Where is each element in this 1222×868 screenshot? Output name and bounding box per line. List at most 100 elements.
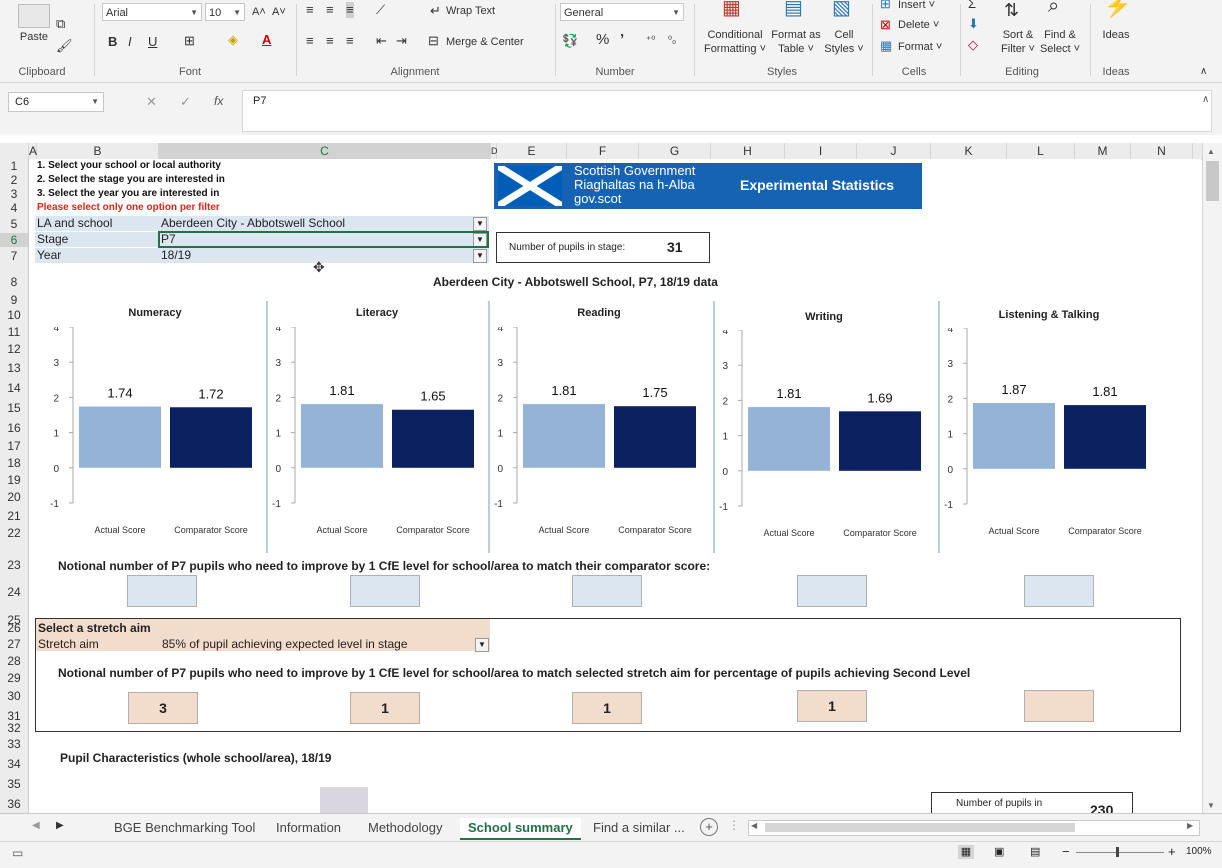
- insert-icon[interactable]: ⊞: [880, 0, 891, 12]
- notional-comparator-value[interactable]: [350, 575, 420, 607]
- row-header[interactable]: 35: [0, 777, 28, 791]
- find-select-icon[interactable]: ⌕: [1048, 0, 1059, 16]
- select-all-corner[interactable]: [0, 143, 29, 159]
- row-header[interactable]: 21: [0, 509, 28, 523]
- insert-button[interactable]: Insert ˅: [898, 0, 935, 12]
- font-color-icon[interactable]: A: [262, 32, 271, 48]
- cell-styles-icon[interactable]: ▧: [832, 0, 851, 18]
- selector-la-school[interactable]: LA and school Aberdeen City - Abbotswell…: [35, 216, 489, 231]
- paste-button[interactable]: Paste: [14, 30, 54, 44]
- row-header[interactable]: 36: [0, 797, 28, 811]
- ideas-icon[interactable]: ⚡: [1104, 0, 1131, 17]
- conditional-formatting-button[interactable]: Conditional Formatting ˅: [700, 28, 770, 56]
- stretch-aim-result[interactable]: 3: [128, 692, 198, 724]
- format-icon[interactable]: ▦: [880, 38, 892, 54]
- column-header-h[interactable]: H: [711, 143, 785, 159]
- delete-icon[interactable]: ⊠: [880, 17, 891, 33]
- stretch-aim-value[interactable]: 85% of pupil achieving expected level in…: [162, 637, 408, 651]
- delete-button[interactable]: Delete ˅: [898, 18, 939, 32]
- notional-comparator-value[interactable]: [572, 575, 642, 607]
- row-header[interactable]: 17: [0, 439, 28, 453]
- row-header[interactable]: 2: [0, 173, 28, 187]
- page-break-view-icon[interactable]: ▤: [1030, 845, 1040, 858]
- decrease-indent-icon[interactable]: ⇤: [376, 33, 387, 49]
- row-header[interactable]: 5: [0, 217, 28, 231]
- conditional-formatting-icon[interactable]: ▦: [722, 0, 741, 18]
- column-header-e[interactable]: E: [497, 143, 567, 159]
- tab-find-similar[interactable]: Find a similar ...: [585, 818, 693, 838]
- align-left-icon[interactable]: ≡: [306, 33, 314, 49]
- notional-comparator-value[interactable]: [797, 575, 867, 607]
- row-header[interactable]: 22: [0, 526, 28, 540]
- fill-icon[interactable]: ⬇: [968, 16, 979, 32]
- worksheet[interactable]: 1. Select your school or local authority…: [29, 159, 1201, 813]
- row-header[interactable]: 1: [0, 159, 28, 173]
- zoom-out-icon[interactable]: −: [1062, 844, 1070, 859]
- row-header[interactable]: 13: [0, 361, 28, 375]
- row-header[interactable]: 23: [0, 558, 28, 572]
- name-box[interactable]: C6 ▼: [8, 92, 104, 112]
- comma-button[interactable]: ’: [620, 32, 624, 48]
- row-header[interactable]: 30: [0, 689, 28, 703]
- insert-function-button[interactable]: fx: [214, 94, 223, 108]
- align-top-icon[interactable]: ≡: [306, 2, 314, 18]
- add-sheet-icon[interactable]: +: [700, 818, 718, 836]
- zoom-slider[interactable]: [1076, 852, 1164, 853]
- selector-year[interactable]: Year 18/19 ▼: [35, 248, 489, 263]
- scroll-up-icon[interactable]: ▲: [1207, 147, 1215, 156]
- column-header-i[interactable]: I: [785, 143, 857, 159]
- paste-icon[interactable]: [18, 4, 50, 28]
- currency-icon[interactable]: 💱: [562, 33, 578, 49]
- column-header-k[interactable]: K: [931, 143, 1007, 159]
- row-header[interactable]: 18: [0, 456, 28, 470]
- row-header[interactable]: 6: [0, 233, 28, 247]
- tab-scroll-left-icon[interactable]: ◀: [32, 820, 40, 831]
- row-header[interactable]: 4: [0, 201, 28, 215]
- row-header[interactable]: 26: [0, 621, 28, 635]
- row-header[interactable]: 8: [0, 275, 28, 289]
- copy-icon[interactable]: ⧉: [56, 16, 65, 32]
- tab-scroll-right-icon[interactable]: ▶: [56, 820, 64, 831]
- percent-button[interactable]: %: [596, 32, 609, 48]
- scroll-right-icon[interactable]: ▶: [1187, 821, 1193, 830]
- row-header[interactable]: 12: [0, 342, 28, 356]
- number-format-combo[interactable]: General ▼: [560, 3, 684, 21]
- vertical-scroll-thumb[interactable]: [1206, 161, 1219, 201]
- fill-color-icon[interactable]: ◈: [228, 32, 238, 48]
- column-header-c[interactable]: C: [159, 143, 491, 159]
- column-header-j[interactable]: J: [857, 143, 931, 159]
- scroll-left-icon[interactable]: ◀: [751, 821, 757, 830]
- zoom-slider-handle[interactable]: [1116, 847, 1119, 857]
- row-header[interactable]: 3: [0, 187, 28, 201]
- column-header-f[interactable]: F: [567, 143, 639, 159]
- column-header-n[interactable]: N: [1131, 143, 1193, 159]
- tab-split-handle-icon[interactable]: ⋮: [728, 818, 740, 832]
- cancel-formula-button[interactable]: ✕: [146, 94, 157, 110]
- page-layout-view-icon[interactable]: ▣: [994, 845, 1004, 858]
- align-center-icon[interactable]: ≡: [326, 33, 334, 49]
- row-header[interactable]: 27: [0, 637, 28, 651]
- bold-button[interactable]: B: [108, 34, 117, 50]
- italic-button[interactable]: I: [128, 34, 132, 50]
- merge-center-icon[interactable]: ⊟: [428, 33, 439, 49]
- collapse-ribbon-icon[interactable]: ∧: [1200, 64, 1207, 80]
- row-header[interactable]: 29: [0, 671, 28, 685]
- zoom-in-icon[interactable]: +: [1168, 844, 1176, 859]
- format-button[interactable]: Format ˅: [898, 40, 942, 54]
- row-header[interactable]: 15: [0, 401, 28, 415]
- column-header-a[interactable]: A: [29, 143, 37, 159]
- row-header[interactable]: 28: [0, 654, 28, 668]
- filter-icon[interactable]: ▼: [475, 638, 489, 652]
- column-header-m[interactable]: M: [1075, 143, 1131, 159]
- notional-comparator-value[interactable]: [1024, 575, 1094, 607]
- merge-center-button[interactable]: Merge & Center: [446, 35, 524, 49]
- wrap-text-icon[interactable]: ↵: [430, 3, 441, 19]
- column-header-l[interactable]: L: [1007, 143, 1075, 159]
- scroll-down-icon[interactable]: ▼: [1207, 801, 1215, 810]
- row-header[interactable]: 16: [0, 421, 28, 435]
- row-header[interactable]: 9: [0, 293, 28, 307]
- format-painter-icon[interactable]: 🖌: [56, 38, 73, 54]
- increase-indent-icon[interactable]: ⇥: [396, 33, 407, 49]
- horizontal-scrollbar[interactable]: ◀ ▶: [748, 820, 1200, 836]
- decrease-decimal-icon[interactable]: ⁰₀: [668, 33, 676, 49]
